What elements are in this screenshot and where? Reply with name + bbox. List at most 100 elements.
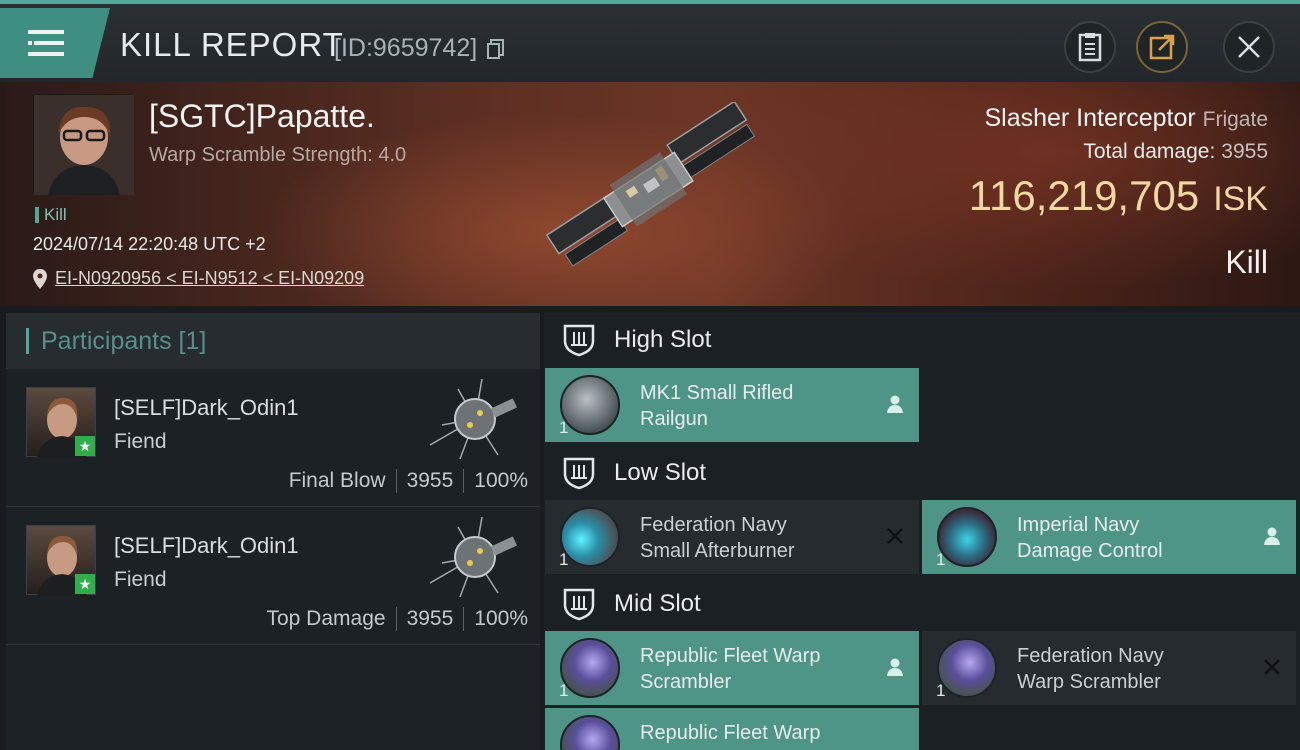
participant-ship: Fiend bbox=[114, 430, 167, 453]
total-damage-value: 3955 bbox=[1221, 140, 1268, 163]
isk-unit: ISK bbox=[1213, 180, 1268, 218]
module-name-line2: Small Afterburner bbox=[640, 540, 795, 562]
participant-stats: Top Damage 3955 100% bbox=[266, 607, 528, 631]
ship-name-text: Slasher Interceptor bbox=[984, 104, 1196, 132]
clipboard-icon bbox=[1078, 33, 1102, 62]
victim-ship-name[interactable]: Slasher Interceptor Frigate bbox=[984, 104, 1268, 133]
person-icon bbox=[887, 395, 903, 413]
total-damage-label: Total damage: bbox=[1083, 140, 1216, 163]
module-thumbnail bbox=[560, 507, 620, 567]
module-quantity: 1 bbox=[936, 681, 946, 700]
low-slot-header: Low Slot bbox=[544, 446, 1300, 500]
participant-avatar[interactable]: ★ bbox=[26, 525, 96, 596]
module-item[interactable]: Republic Fleet Warp bbox=[545, 708, 919, 750]
hamburger-menu-icon bbox=[28, 30, 64, 56]
module-name-line1: Republic Fleet Warp bbox=[640, 722, 821, 744]
module-name-line2: Railgun bbox=[640, 408, 708, 430]
victim-stat: Warp Scramble Strength: 4.0 bbox=[149, 144, 407, 166]
module-quantity: 1 bbox=[559, 418, 569, 437]
isk-amount: 116,219,705 bbox=[968, 172, 1200, 219]
module-thumbnail bbox=[560, 638, 620, 698]
participants-panel: Participants [1] ★ [SELF]Dark_Odin1 Fien… bbox=[6, 313, 540, 750]
module-name: Federation Navy Warp Scrambler bbox=[1017, 643, 1164, 695]
module-item[interactable]: 1 Federation Navy Warp Scrambler bbox=[922, 631, 1296, 705]
participant-role: Top Damage bbox=[266, 607, 386, 630]
kill-tag: Kill bbox=[35, 205, 67, 225]
module-name-line1: Republic Fleet Warp bbox=[640, 645, 821, 667]
participant-ship-image bbox=[429, 516, 517, 598]
kill-datetime: 2024/07/14 22:20:48 UTC +2 bbox=[33, 234, 266, 254]
top-bar: KILL REPORT [ID:9659742] bbox=[0, 0, 1300, 82]
module-name-line2: Damage Control bbox=[1017, 540, 1163, 562]
menu-button[interactable] bbox=[0, 8, 110, 78]
module-name: MK1 Small Rifled Railgun bbox=[640, 380, 793, 432]
module-name-line1: Imperial Navy bbox=[1017, 514, 1140, 536]
module-item[interactable]: 1 MK1 Small Rifled Railgun bbox=[545, 368, 919, 442]
high-slot-header: High Slot bbox=[544, 313, 1300, 367]
module-thumbnail bbox=[560, 715, 620, 750]
participant-row[interactable]: ★ [SELF]Dark_Odin1 Fiend Final Blow 3955… bbox=[6, 369, 540, 507]
participant-stats: Final Blow 3955 100% bbox=[289, 469, 528, 493]
module-name-line1: Federation Navy bbox=[640, 514, 787, 536]
victim-portrait[interactable] bbox=[33, 94, 134, 195]
module-item[interactable]: 1 Imperial Navy Damage Control bbox=[922, 500, 1296, 574]
module-name: Imperial Navy Damage Control bbox=[1017, 512, 1163, 564]
share-button[interactable] bbox=[1136, 21, 1188, 73]
clipboard-button[interactable] bbox=[1064, 21, 1116, 73]
participant-avatar[interactable]: ★ bbox=[26, 387, 96, 458]
victim-ship-image bbox=[545, 102, 756, 267]
module-name: Republic Fleet Warp bbox=[640, 720, 820, 746]
location-path[interactable]: EI-N0920956 < EI-N9512 < EI-N09209 bbox=[55, 268, 364, 289]
pilot-portrait-image bbox=[34, 95, 134, 195]
slot-shield-icon bbox=[563, 324, 595, 357]
module-thumbnail bbox=[560, 375, 620, 435]
page-title: KILL REPORT bbox=[120, 26, 344, 63]
participant-name[interactable]: [SELF]Dark_Odin1 bbox=[114, 533, 299, 559]
close-button[interactable] bbox=[1223, 21, 1275, 73]
low-slot-label: Low Slot bbox=[614, 459, 707, 486]
participant-ship: Fiend bbox=[114, 568, 167, 591]
module-item[interactable]: 1 Republic Fleet Warp Scrambler bbox=[545, 631, 919, 705]
participants-title: Participants [1] bbox=[41, 326, 207, 355]
destroyed-x-icon bbox=[887, 528, 903, 544]
fitting-panel: High Slot 1 MK1 Small Rifled Railgun Low … bbox=[544, 313, 1300, 750]
module-name-line2: Warp Scrambler bbox=[1017, 671, 1161, 693]
module-name-line2: Scrambler bbox=[640, 671, 732, 693]
participant-role: Final Blow bbox=[288, 469, 386, 492]
star-badge-icon: ★ bbox=[75, 574, 95, 594]
kill-location[interactable]: EI-N0920956 < EI-N9512 < EI-N09209 bbox=[33, 268, 364, 289]
kill-summary-banner: [SGTC]Papatte. Warp Scramble Strength: 4… bbox=[0, 82, 1300, 306]
module-quantity: 1 bbox=[559, 681, 569, 700]
module-name-line1: Federation Navy bbox=[1017, 645, 1164, 667]
ship-class-text: Frigate bbox=[1202, 108, 1268, 131]
participant-row[interactable]: ★ [SELF]Dark_Odin1 Fiend Top Damage 3955… bbox=[6, 507, 540, 645]
kill-tag-label: Kill bbox=[44, 205, 67, 224]
participant-damage: 3955 bbox=[406, 469, 454, 492]
participant-percent: 100% bbox=[474, 469, 528, 492]
module-name: Republic Fleet Warp Scrambler bbox=[640, 643, 820, 695]
module-name: Federation Navy Small Afterburner bbox=[640, 512, 795, 564]
total-damage: Total damage: 3955 bbox=[1083, 140, 1268, 164]
high-slot-label: High Slot bbox=[614, 326, 712, 353]
victim-name[interactable]: [SGTC]Papatte. bbox=[149, 98, 375, 135]
slot-shield-icon bbox=[563, 457, 595, 490]
report-id: [ID:9659742] bbox=[334, 34, 478, 62]
star-badge-icon: ★ bbox=[75, 436, 95, 456]
person-icon bbox=[1264, 527, 1280, 545]
participant-damage: 3955 bbox=[406, 607, 454, 630]
slot-shield-icon bbox=[563, 588, 595, 621]
mid-slot-header: Mid Slot bbox=[544, 577, 1300, 631]
close-icon bbox=[1238, 36, 1260, 58]
module-name-line1: MK1 Small Rifled bbox=[640, 382, 794, 404]
module-thumbnail bbox=[937, 507, 997, 567]
location-pin-icon bbox=[33, 268, 47, 289]
module-quantity: 1 bbox=[559, 550, 569, 569]
person-icon bbox=[887, 658, 903, 676]
participant-ship-image bbox=[429, 378, 517, 460]
participant-name[interactable]: [SELF]Dark_Odin1 bbox=[114, 395, 299, 421]
destroyed-x-icon bbox=[1264, 659, 1280, 675]
module-item[interactable]: 1 Federation Navy Small Afterburner bbox=[545, 500, 919, 574]
participant-percent: 100% bbox=[474, 607, 528, 630]
module-thumbnail bbox=[937, 638, 997, 698]
copy-icon[interactable] bbox=[487, 39, 504, 59]
